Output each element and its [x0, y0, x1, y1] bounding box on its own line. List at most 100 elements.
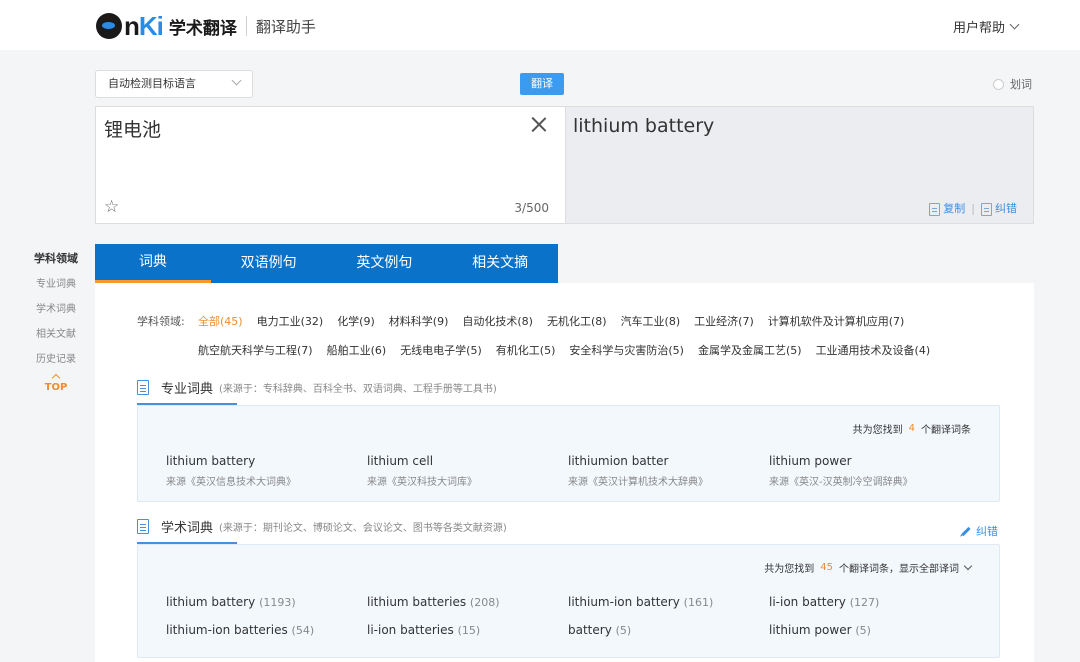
section-title: 专业词典: [161, 382, 214, 397]
target-language-select[interactable]: 自动检测目标语言: [95, 70, 253, 98]
term-source: 来源《英汉计算机技术大辞典》: [568, 477, 708, 488]
term-count: (1193): [259, 596, 296, 609]
term-text: lithium batteries: [367, 595, 467, 609]
subject-item[interactable]: 汽车工业(8): [621, 313, 681, 329]
subject-filter: 学科领域: 全部(45) 电力工业(32) 化学(9) 材料科学(9) 自动化技…: [137, 313, 944, 371]
chevron-up-icon: [51, 373, 61, 383]
translation-result-area: lithium battery 复制 | 纠错: [565, 106, 1034, 224]
term-link[interactable]: battery (5): [568, 623, 631, 637]
book-icon: [137, 380, 149, 395]
action-separator: |: [971, 201, 975, 215]
term-text: battery: [568, 623, 612, 637]
term-text: li-ion battery: [769, 595, 846, 609]
term-text: lithium battery: [166, 595, 256, 609]
logo-mark-a: n: [124, 10, 140, 41]
subject-item[interactable]: 自动化技术(8): [462, 313, 533, 329]
subject-item[interactable]: 无线电电子学(5): [400, 342, 482, 358]
term-source: 来源《英汉科技大词库》: [367, 477, 477, 488]
term-link[interactable]: lithium power: [769, 454, 852, 468]
subject-item[interactable]: 材料科学(9): [389, 313, 449, 329]
back-to-top-button[interactable]: TOP: [30, 373, 82, 393]
subject-item[interactable]: 工业经济(7): [694, 313, 754, 329]
side-nav-title[interactable]: 学科领域: [30, 250, 82, 266]
translate-button[interactable]: 翻译: [520, 73, 564, 95]
chevron-down-icon: [1009, 19, 1020, 30]
term-link[interactable]: lithium batteries (208): [367, 595, 500, 609]
subject-item[interactable]: 电力工业(32): [257, 313, 324, 329]
side-nav-item-history[interactable]: 历史记录: [30, 350, 82, 365]
source-text-area[interactable]: 锂电池 ☆ 3/500: [95, 106, 565, 224]
subject-filter-label: 学科领域:: [137, 315, 185, 328]
result-count-info: 共为您找到 4 个翻译词条: [853, 421, 971, 436]
back-to-top-label: TOP: [44, 382, 68, 393]
subject-item[interactable]: 金属学及金属工艺(5): [698, 342, 802, 358]
section-note: (来源于：期刊论文、博硕论文、会议论文、图书等各类文献资源): [219, 523, 507, 534]
term-count: (15): [457, 624, 481, 637]
result-count-suffix: 个翻译词条: [921, 425, 971, 436]
side-nav-item-academic[interactable]: 学术词典: [30, 300, 82, 315]
chevron-down-icon[interactable]: [963, 561, 973, 570]
term-source: 来源《英汉信息技术大词典》: [166, 477, 296, 488]
academic-dictionary-card: 共为您找到 45 个翻译词条，显示全部译词 lithium battery (119…: [137, 544, 1000, 658]
section-note: (来源于：专科辞典、百科全书、双语词典、工程手册等工具书): [219, 384, 497, 395]
side-nav-item-literature[interactable]: 相关文献: [30, 325, 82, 340]
logo-mark-b: Ki: [138, 10, 164, 41]
term-count: (208): [469, 596, 500, 609]
word-select-label: 划词: [1010, 78, 1032, 91]
term-link[interactable]: lithium battery (1193): [166, 595, 296, 609]
favorite-star-icon[interactable]: ☆: [104, 197, 119, 217]
correct-button[interactable]: 纠错: [981, 200, 1017, 216]
tab-dictionary[interactable]: 词典: [95, 244, 211, 283]
term-link[interactable]: lithium cell: [367, 454, 433, 468]
term-link[interactable]: lithium-ion battery (161): [568, 595, 713, 609]
subject-item[interactable]: 有机化工(5): [496, 342, 556, 358]
term-link[interactable]: lithium battery: [166, 454, 255, 468]
subject-item[interactable]: 工业通用技术及设备(4): [816, 342, 931, 358]
term-link[interactable]: lithium-ion batteries (54): [166, 623, 314, 637]
term-link[interactable]: lithiumion batter: [568, 454, 668, 468]
subject-item[interactable]: 船舶工业(6): [327, 342, 387, 358]
term-source: 来源《英汉-汉英制冷空调辞典》: [769, 477, 913, 488]
subject-item[interactable]: 计算机软件及计算机应用(7): [768, 313, 905, 329]
result-actions: 复制 | 纠错: [929, 200, 1017, 216]
subject-item[interactable]: 无机化工(8): [547, 313, 607, 329]
term-count: (127): [849, 596, 880, 609]
term-link[interactable]: lithium power (5): [769, 623, 871, 637]
copy-button[interactable]: 复制: [929, 200, 965, 216]
target-language-value: 自动检测目标语言: [108, 77, 196, 90]
tab-related-abstracts[interactable]: 相关文摘: [442, 244, 558, 283]
logo-subtitle: 翻译助手: [255, 17, 316, 36]
clear-icon[interactable]: [530, 115, 548, 133]
user-help-label: 用户帮助: [952, 21, 1005, 36]
correct-link[interactable]: 纠错: [961, 523, 998, 539]
show-all-terms-link[interactable]: 个翻译词条，显示全部译词: [839, 560, 959, 575]
logo-divider: [245, 16, 247, 36]
chevron-down-icon: [231, 75, 242, 86]
side-nav-item-professional[interactable]: 专业词典: [30, 275, 82, 290]
term-link[interactable]: li-ion battery (127): [769, 595, 879, 609]
radio-icon[interactable]: [993, 78, 1004, 90]
subject-item[interactable]: 全部(45): [198, 313, 243, 329]
source-text[interactable]: 锂电池: [104, 115, 161, 142]
term-count: (5): [615, 624, 632, 637]
character-count: 3/500: [514, 201, 549, 215]
word-select-toggle[interactable]: 划词: [993, 76, 1032, 92]
tab-bilingual-examples[interactable]: 双语例句: [211, 244, 327, 283]
result-count-info[interactable]: 共为您找到 45 个翻译词条，显示全部译词: [764, 560, 973, 575]
subject-item[interactable]: 安全科学与灾害防治(5): [569, 342, 684, 358]
user-help-menu[interactable]: 用户帮助: [952, 17, 1020, 36]
logo-circle-icon: [96, 13, 122, 39]
cnki-logo[interactable]: n Ki 学术翻译 翻译助手: [96, 10, 316, 42]
term-text: lithium-ion battery: [568, 595, 680, 609]
tab-english-examples[interactable]: 英文例句: [327, 244, 443, 283]
result-count-prefix: 共为您找到: [764, 564, 815, 575]
header: n Ki 学术翻译 翻译助手 用户帮助: [0, 0, 1080, 50]
copy-label: 复制: [943, 202, 966, 215]
professional-dictionary-heading: 专业词典 (来源于：专科辞典、百科全书、双语词典、工程手册等工具书): [137, 378, 497, 397]
result-count-number: 4: [908, 423, 915, 434]
term-link[interactable]: li-ion batteries (15): [367, 623, 480, 637]
copy-icon: [929, 202, 941, 216]
subject-item[interactable]: 化学(9): [337, 313, 375, 329]
subject-item[interactable]: 航空航天科学与工程(7): [198, 342, 313, 358]
side-nav: 学科领域 专业词典 学术词典 相关文献 历史记录 TOP: [30, 250, 82, 393]
